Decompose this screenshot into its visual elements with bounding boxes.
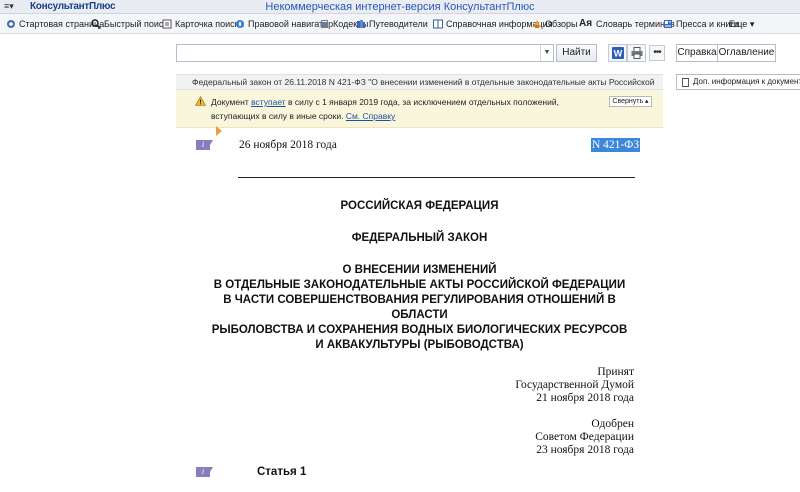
toolbar-press-books[interactable]: Пресса и книги	[663, 16, 739, 32]
document-title-line: В ЧАСТИ СОВЕРШЕНСТВОВАНИЯ РЕГУЛИРОВАНИЯ …	[223, 294, 616, 306]
toolbar-start-page[interactable]: Стартовая страница	[6, 16, 104, 32]
toolbar-quick-search[interactable]: Быстрый поиск	[91, 16, 167, 32]
title-bar: ≡▾ КонсультантПлюс Некоммерческая интерн…	[0, 0, 800, 14]
toolbar-dictionary[interactable]: Aя Словарь терминов	[579, 16, 675, 32]
codex-icon	[321, 20, 328, 28]
document-type: ФЕДЕРАЛЬНЫЙ ЗАКОН	[351, 232, 488, 244]
find-button[interactable]: Найти	[556, 44, 597, 62]
document-title-line: В ОТДЕЛЬНЫЕ ЗАКОНОДАТЕЛЬНЫЕ АКТЫ РОССИЙС…	[213, 279, 626, 291]
toolbar-label: Путеводители	[369, 19, 428, 29]
printer-icon	[631, 47, 642, 59]
navigator-icon	[236, 20, 244, 28]
article-heading: Статья 1	[257, 466, 307, 478]
approved-line: Одобрен	[591, 418, 634, 430]
svg-text:W: W	[613, 49, 622, 59]
enters-into-force-link[interactable]: вступает	[251, 97, 286, 107]
document-title-line: РЫБОЛОВСТВА И СОХРАНЕНИЯ ВОДНЫХ БИОЛОГИЧ…	[211, 324, 628, 336]
document-header: Федеральный закон от 26.11.2018 N 421-ФЗ…	[176, 74, 663, 90]
divider	[238, 177, 635, 178]
reviews-icon	[533, 20, 541, 28]
toolbar-search-card[interactable]: Карточка поиска	[162, 16, 244, 32]
collapse-button[interactable]: Свернуть ▴	[609, 96, 652, 107]
card-icon	[162, 19, 172, 29]
export-word-button[interactable]: W	[608, 44, 627, 62]
info-badge-icon[interactable]: i	[196, 140, 213, 150]
document-icon	[682, 78, 689, 87]
print-button[interactable]	[627, 44, 646, 62]
notice-text-part: Документ	[211, 97, 252, 107]
document-number[interactable]: N 421-ФЗ	[591, 138, 641, 152]
search-box: ▼	[176, 44, 554, 62]
document-date: 26 ноября 2018 года	[239, 139, 337, 151]
adopted-line: 21 ноября 2018 года	[536, 392, 634, 404]
adopted-line: Принят	[597, 366, 634, 378]
approved-line: Советом Федерации	[535, 431, 634, 443]
word-icon: W	[611, 47, 624, 59]
toolbar-more[interactable]: Еще ▾	[729, 16, 754, 32]
more-options-button[interactable]: •••	[649, 45, 665, 61]
press-icon	[664, 20, 672, 28]
additional-info-button[interactable]: Доп. информация к документу	[676, 74, 800, 90]
document-title-line: И АКВАКУЛЬТУРЫ (РЫБОВОДСТВА)	[315, 339, 524, 351]
adopted-line: Государственной Думой	[515, 379, 634, 391]
main-toolbar: Стартовая страница Быстрый поиск Карточк…	[0, 14, 800, 34]
more-icon: •••	[653, 47, 661, 58]
document-title-line: О ВНЕСЕНИИ ИЗМЕНЕНИЙ	[342, 264, 497, 276]
tab-contents[interactable]: Оглавление	[717, 44, 776, 62]
tab-reference[interactable]: Справка	[676, 44, 718, 62]
dictionary-icon: Aя	[579, 18, 593, 29]
approved-line: 23 ноября 2018 года	[536, 444, 634, 456]
toolbar-label: Обзоры	[545, 19, 578, 29]
toolbar-label: Карточка поиска	[175, 19, 244, 29]
chevron-down-icon[interactable]: ▼	[540, 45, 553, 61]
toolbar-label: Еще ▾	[729, 18, 755, 29]
window-title: Некоммерческая интернет-версия Консульта…	[265, 1, 535, 13]
notice-text: Документ вступает в силу с 1 января 2019…	[211, 95, 606, 123]
toolbar-label: Быстрый поиск	[104, 19, 168, 29]
guides-icon	[357, 20, 365, 28]
reference-icon	[433, 19, 443, 29]
additional-info-label: Доп. информация к документу	[693, 77, 800, 86]
search-icon	[91, 19, 101, 29]
see-reference-link[interactable]: См. Справку	[346, 111, 395, 121]
warning-icon	[195, 96, 206, 106]
home-icon	[7, 20, 15, 28]
search-input[interactable]	[177, 45, 541, 61]
document-title-line: ОБЛАСТИ	[391, 309, 448, 321]
toolbar-legal-navigator[interactable]: Правовой навигатор	[235, 16, 333, 32]
document-country: РОССИЙСКАЯ ФЕДЕРАЦИЯ	[340, 200, 499, 212]
toolbar-reviews[interactable]: Обзоры	[532, 16, 577, 32]
toolbar-guides[interactable]: Путеводители	[356, 16, 428, 32]
info-badge-icon[interactable]: i	[196, 467, 213, 477]
bookmark-marker	[216, 126, 222, 136]
